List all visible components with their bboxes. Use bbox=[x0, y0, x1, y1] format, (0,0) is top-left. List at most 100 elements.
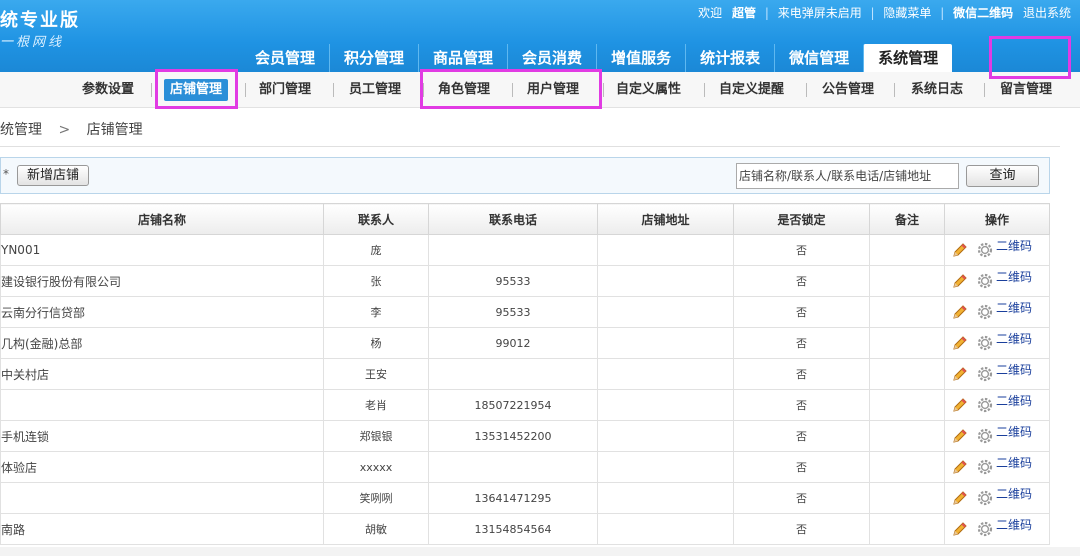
subnav-params[interactable]: 参数设置 bbox=[82, 81, 134, 99]
gear-icon[interactable] bbox=[976, 272, 994, 290]
locked-cell: 否 bbox=[733, 513, 870, 545]
divider: | bbox=[870, 6, 875, 20]
address-cell bbox=[597, 265, 734, 297]
tab-value-added[interactable]: 增值服务 bbox=[596, 44, 685, 72]
top-links: 欢迎 超管 | 来电弹屏未启用 | 隐藏菜单 | 微信二维码 退出系统 bbox=[698, 4, 1071, 21]
table-header-row: 店铺名称 联系人 联系电话 店铺地址 是否锁定 备注 操作 bbox=[0, 203, 1050, 235]
locked-cell: 否 bbox=[733, 296, 870, 328]
table-row: YN001 庞 否 二维码 bbox=[0, 234, 1050, 266]
phone-cell: 99012 bbox=[428, 327, 598, 359]
subnav-employees[interactable]: 员工管理 bbox=[349, 81, 401, 99]
remark-cell bbox=[869, 296, 945, 328]
locked-cell: 否 bbox=[733, 482, 870, 514]
gear-icon[interactable] bbox=[976, 365, 994, 383]
qr-code-link[interactable]: 二维码 bbox=[996, 361, 1032, 378]
locked-cell: 否 bbox=[733, 265, 870, 297]
gear-icon[interactable] bbox=[976, 303, 994, 321]
breadcrumb-parent[interactable]: 统管理 bbox=[0, 122, 42, 138]
store-name-cell: 手机连锁 bbox=[0, 420, 324, 452]
qr-code-link[interactable]: 二维码 bbox=[996, 485, 1032, 502]
caller-popup-status[interactable]: 来电弹屏未启用 bbox=[778, 4, 862, 21]
breadcrumb-current: 店铺管理 bbox=[86, 122, 143, 138]
contact-cell: 张 bbox=[323, 265, 429, 297]
search-input[interactable] bbox=[736, 163, 959, 189]
pencil-icon[interactable] bbox=[951, 520, 969, 538]
qr-code-link[interactable]: 二维码 bbox=[996, 268, 1032, 285]
add-store-button[interactable]: 新增店铺 bbox=[17, 165, 89, 186]
locked-cell: 否 bbox=[733, 389, 870, 421]
store-name-cell bbox=[0, 482, 324, 514]
pencil-icon[interactable] bbox=[951, 427, 969, 445]
pencil-icon[interactable] bbox=[951, 365, 969, 383]
subnav-custom-attributes[interactable]: 自定义属性 bbox=[616, 81, 681, 99]
subnav-system-log[interactable]: 系统日志 bbox=[911, 81, 963, 99]
qr-code-link[interactable]: 二维码 bbox=[996, 237, 1032, 254]
subnav-store-management[interactable]: 店铺管理 bbox=[164, 79, 229, 101]
qr-code-link[interactable]: 二维码 bbox=[996, 299, 1032, 316]
gear-icon[interactable] bbox=[976, 520, 994, 538]
tab-member[interactable]: 会员管理 bbox=[241, 44, 329, 72]
tab-products[interactable]: 商品管理 bbox=[418, 44, 507, 72]
actions-cell: 二维码 bbox=[944, 265, 1050, 297]
column-header: 联系人 bbox=[323, 203, 429, 235]
tab-points[interactable]: 积分管理 bbox=[329, 44, 418, 72]
subnav-custom-reminders[interactable]: 自定义提醒 bbox=[719, 81, 784, 99]
store-name-cell: YN001 bbox=[0, 234, 324, 266]
gear-icon[interactable] bbox=[976, 458, 994, 476]
pencil-icon[interactable] bbox=[951, 458, 969, 476]
pencil-icon[interactable] bbox=[951, 272, 969, 290]
qr-code-link[interactable]: 二维码 bbox=[996, 423, 1032, 440]
divider bbox=[0, 146, 1060, 147]
qr-code-link[interactable]: 二维码 bbox=[996, 330, 1032, 347]
subnav-users[interactable]: 用户管理 bbox=[527, 81, 579, 99]
contact-cell: 郑银银 bbox=[323, 420, 429, 452]
actions-cell: 二维码 bbox=[944, 327, 1050, 359]
locked-cell: 否 bbox=[733, 451, 870, 483]
tab-wechat[interactable]: 微信管理 bbox=[774, 44, 863, 72]
qr-code-link[interactable]: 二维码 bbox=[996, 516, 1032, 533]
tab-system[interactable]: 系统管理 bbox=[863, 44, 953, 72]
pencil-icon[interactable] bbox=[951, 334, 969, 352]
divider bbox=[984, 83, 985, 97]
locked-cell: 否 bbox=[733, 420, 870, 452]
phone-cell: 13154854564 bbox=[428, 513, 598, 545]
horizontal-scrollbar[interactable] bbox=[0, 547, 1080, 556]
toolbar: * 新增店铺 查询 bbox=[0, 157, 1050, 194]
address-cell bbox=[597, 389, 734, 421]
address-cell bbox=[597, 420, 734, 452]
table-row: 南路 胡敏 13154854564 否 二维码 bbox=[0, 513, 1050, 545]
logout-link[interactable]: 退出系统 bbox=[1023, 4, 1071, 21]
gear-icon[interactable] bbox=[976, 489, 994, 507]
pencil-icon[interactable] bbox=[951, 489, 969, 507]
search-button[interactable]: 查询 bbox=[966, 165, 1039, 187]
gear-icon[interactable] bbox=[976, 396, 994, 414]
store-name-cell: 几构(金融)总部 bbox=[0, 327, 324, 359]
contact-cell: 庞 bbox=[323, 234, 429, 266]
tab-reports[interactable]: 统计报表 bbox=[685, 44, 774, 72]
subnav-messages[interactable]: 留言管理 bbox=[1000, 81, 1052, 99]
tab-consumption[interactable]: 会员消费 bbox=[507, 44, 596, 72]
pencil-icon[interactable] bbox=[951, 396, 969, 414]
subnav-roles[interactable]: 角色管理 bbox=[438, 81, 490, 99]
remark-cell bbox=[869, 451, 945, 483]
subnav-departments[interactable]: 部门管理 bbox=[259, 81, 311, 99]
address-cell bbox=[597, 358, 734, 390]
contact-cell: 笑咧咧 bbox=[323, 482, 429, 514]
hide-menu-link[interactable]: 隐藏菜单 bbox=[883, 4, 931, 21]
divider bbox=[151, 83, 152, 97]
current-user: 超管 bbox=[731, 6, 756, 20]
pencil-icon[interactable] bbox=[951, 241, 969, 259]
phone-cell bbox=[428, 451, 598, 483]
qr-code-link[interactable]: 二维码 bbox=[996, 454, 1032, 471]
remark-cell bbox=[869, 265, 945, 297]
subnav-announcements[interactable]: 公告管理 bbox=[822, 81, 874, 99]
qr-code-link[interactable]: 二维码 bbox=[996, 392, 1032, 409]
table-row: 几构(金融)总部杨 99012 否 二维码 bbox=[0, 327, 1050, 359]
column-header: 店铺地址 bbox=[597, 203, 734, 235]
gear-icon[interactable] bbox=[976, 427, 994, 445]
wechat-qr-link[interactable]: 微信二维码 bbox=[953, 6, 1013, 20]
gear-icon[interactable] bbox=[976, 334, 994, 352]
gear-icon[interactable] bbox=[976, 241, 994, 259]
pencil-icon[interactable] bbox=[951, 303, 969, 321]
app-title: 统专业版 bbox=[0, 10, 80, 31]
